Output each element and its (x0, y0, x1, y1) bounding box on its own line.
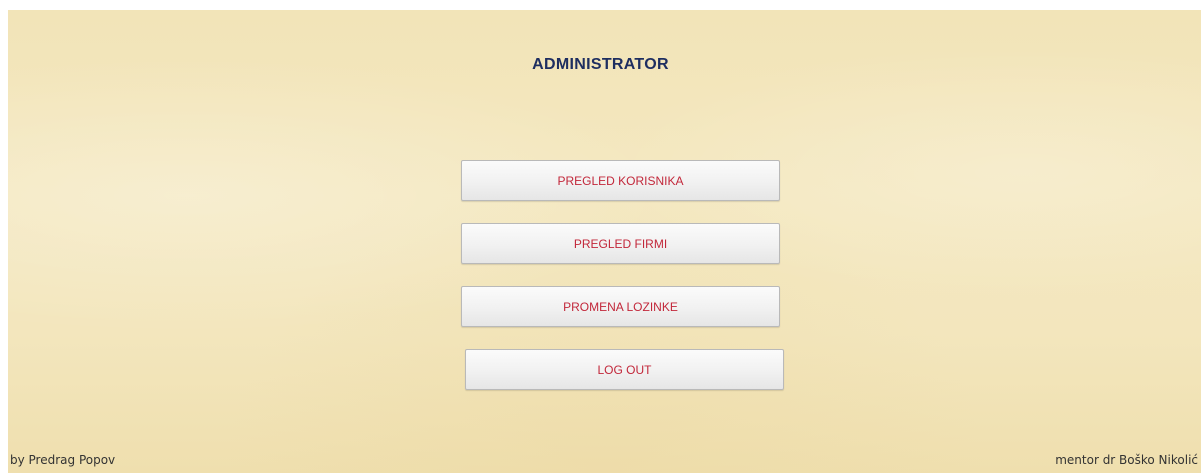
log-out-button[interactable]: LOG OUT (465, 349, 784, 390)
page: ADMINISTRATOR PREGLED KORISNIKA PREGLED … (0, 0, 1201, 473)
promena-lozinke-button[interactable]: PROMENA LOZINKE (461, 286, 780, 327)
footer-mentor: mentor dr Boško Nikolić (1055, 453, 1198, 467)
page-title: ADMINISTRATOR (532, 56, 669, 73)
pregled-firmi-button[interactable]: PREGLED FIRMI (461, 223, 780, 264)
footer-author: by Predrag Popov (10, 453, 116, 467)
pregled-korisnika-button[interactable]: PREGLED KORISNIKA (461, 160, 780, 201)
